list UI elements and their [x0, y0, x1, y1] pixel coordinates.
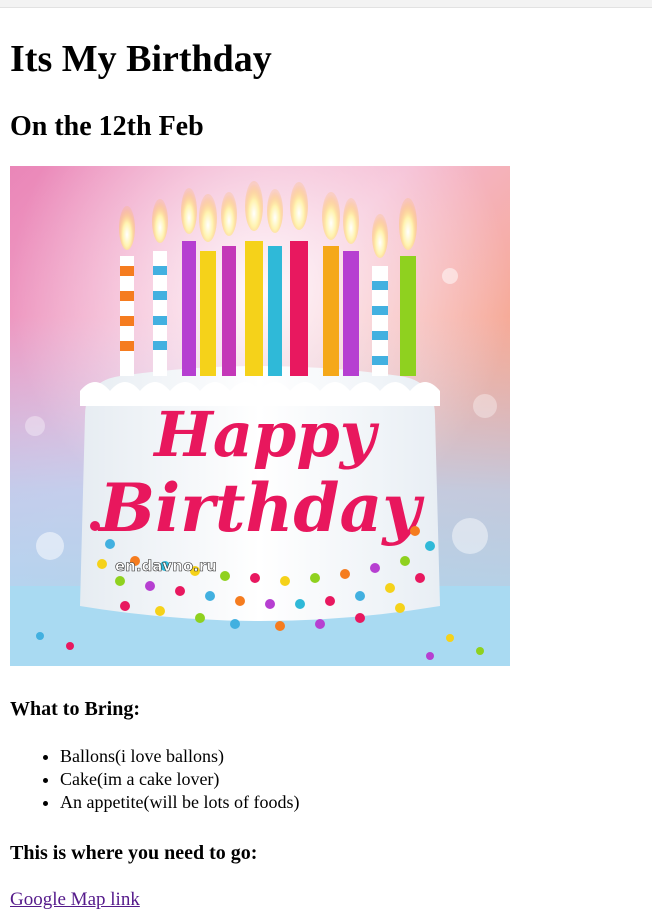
- greeting-line1: Happy: [152, 398, 379, 471]
- list-item: An appetite(will be lots of foods): [60, 791, 299, 814]
- greeting-line2: Birthday: [97, 469, 425, 547]
- bring-list: Ballons(i love ballons) Cake(im a cake l…: [10, 745, 299, 814]
- page-title: Its My Birthday: [10, 38, 272, 80]
- image-watermark: en.davno.ru: [115, 557, 217, 575]
- browser-top-edge: [0, 0, 652, 8]
- list-item: Cake(im a cake lover): [60, 768, 299, 791]
- birthday-cake-image: Happy Birthday en.davno.ru: [10, 166, 510, 666]
- bring-heading: What to Bring:: [10, 698, 140, 720]
- page-subtitle: On the 12th Feb: [10, 111, 204, 142]
- list-item: Ballons(i love ballons): [60, 745, 299, 768]
- directions-heading: This is where you need to go:: [10, 842, 258, 864]
- google-map-link[interactable]: Google Map link: [10, 888, 140, 912]
